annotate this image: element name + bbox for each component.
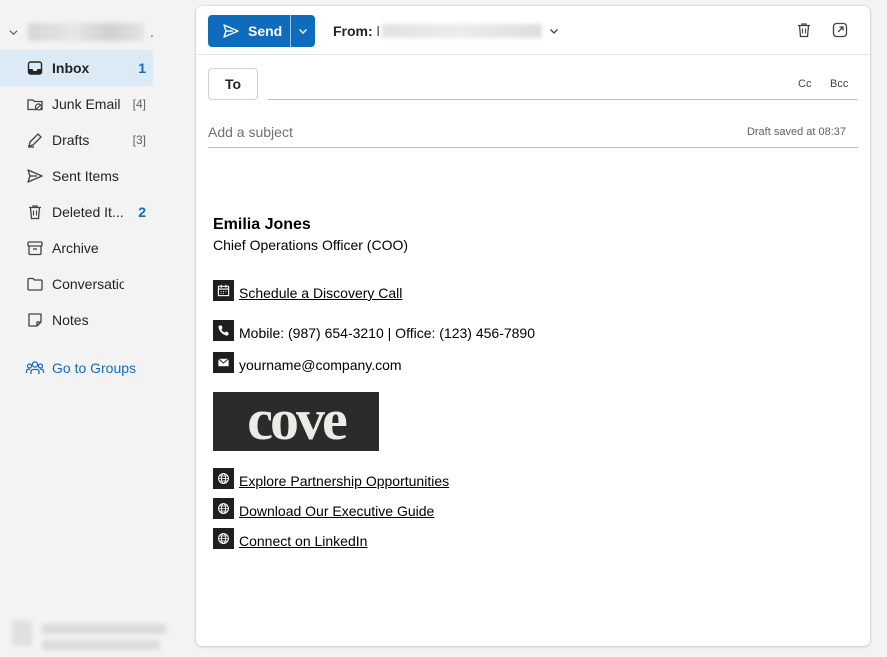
chevron-down-icon[interactable] (6, 25, 20, 39)
calendar-icon (213, 280, 234, 301)
folder-pane: . Inbox 1 Junk Email [4] Drafts [3] Sent… (0, 0, 186, 657)
globe-icon (213, 468, 234, 489)
schedule-row: Schedule a Discovery Call (213, 279, 402, 301)
trash-icon (25, 202, 45, 222)
phone-text: Mobile: (987) 654-3210 | Office: (123) 4… (239, 325, 536, 341)
inbox-icon (25, 58, 45, 78)
to-input[interactable] (268, 99, 857, 100)
executive-guide-link[interactable]: Download Our Executive Guide (239, 503, 434, 519)
sidebar-item-sent-items[interactable]: Sent Items (0, 158, 153, 194)
go-to-groups-link[interactable]: Go to Groups (25, 356, 136, 380)
sidebar-item-drafts[interactable]: Drafts [3] (0, 122, 153, 158)
groups-icon (25, 361, 45, 374)
guide-row: Download Our Executive Guide (213, 497, 434, 519)
to-button[interactable]: To (208, 68, 258, 100)
partnership-link[interactable]: Explore Partnership Opportunities (239, 473, 449, 489)
sidebar-item-label: Sent Items (52, 168, 119, 184)
from-label: From: (333, 23, 373, 39)
sidebar-item-conversation-history[interactable]: Conversation... (0, 266, 153, 302)
unread-count: 2 (138, 204, 146, 220)
account-dot: . (150, 24, 154, 40)
email-text: yourname@company.com (239, 357, 402, 373)
partnership-row: Explore Partnership Opportunities (213, 467, 449, 489)
globe-icon (213, 498, 234, 519)
send-icon (25, 166, 45, 186)
sidebar-item-deleted-items[interactable]: Deleted It... 2 (0, 194, 153, 230)
signature-name: Emilia Jones (213, 216, 311, 233)
folder-icon (25, 274, 45, 294)
unread-count: 1 (138, 60, 146, 76)
sidebar-item-label: Inbox (52, 60, 90, 76)
redacted-block (42, 640, 160, 650)
draft-status: Draft saved at 08:37 (746, 126, 846, 138)
folder-list: Inbox 1 Junk Email [4] Drafts [3] Sent I… (0, 50, 153, 338)
subject-placeholder: Add a subject (208, 124, 293, 140)
email-row: yourname@company.com (213, 351, 402, 373)
linkedin-link[interactable]: Connect on LinkedIn (239, 533, 367, 549)
send-button[interactable]: Send (208, 15, 291, 47)
linkedin-row: Connect on LinkedIn (213, 527, 367, 549)
pop-out-icon (832, 22, 848, 38)
globe-icon (213, 528, 234, 549)
item-count: [4] (132, 97, 146, 111)
phone-icon (213, 320, 234, 341)
logo-text: cove (247, 392, 347, 451)
sidebar-item-inbox[interactable]: Inbox 1 (0, 50, 153, 86)
pop-out-button[interactable] (830, 20, 850, 40)
compose-toolbar: Send From: l (196, 6, 870, 55)
send-icon (223, 24, 239, 38)
sidebar-item-label: Deleted It... (52, 204, 124, 220)
signature-role: Chief Operations Officer (COO) (213, 237, 409, 253)
sidebar-item-junk-email[interactable]: Junk Email [4] (0, 86, 153, 122)
send-split-button: Send (208, 15, 315, 47)
envelope-icon (213, 352, 234, 373)
chevron-down-icon (299, 29, 307, 34)
send-options-dropdown[interactable] (291, 15, 315, 47)
from-address-redacted (381, 24, 542, 38)
bcc-button[interactable]: Bcc (830, 78, 848, 90)
subject-input[interactable]: Add a subject Draft saved at 08:37 (208, 120, 858, 148)
sidebar-item-label: Conversation... (52, 276, 124, 292)
from-selector[interactable]: From: l (333, 15, 560, 47)
sidebar-item-label: Junk Email (52, 96, 121, 112)
phone-row: Mobile: (987) 654-3210 | Office: (123) 4… (213, 319, 535, 341)
from-value: l (376, 23, 380, 39)
account-name-redacted (28, 23, 144, 41)
redacted-block (42, 624, 166, 634)
sidebar-item-label: Drafts (52, 132, 90, 148)
drafts-icon (25, 130, 45, 150)
to-row: To Cc Bcc (208, 68, 858, 100)
redacted-footer (8, 612, 178, 652)
note-icon (25, 310, 45, 330)
groups-label: Go to Groups (52, 360, 137, 376)
discard-button[interactable] (794, 20, 814, 40)
archive-icon (25, 238, 45, 258)
company-logo: cove (213, 392, 379, 451)
cc-button[interactable]: Cc (798, 78, 811, 90)
item-count: [3] (132, 133, 146, 147)
sidebar-item-archive[interactable]: Archive (0, 230, 153, 266)
schedule-call-link[interactable]: Schedule a Discovery Call (239, 285, 402, 301)
sidebar-item-label: Notes (52, 312, 89, 328)
junk-icon (25, 94, 45, 114)
account-header[interactable]: . (6, 20, 176, 44)
send-label: Send (248, 23, 283, 39)
trash-icon (798, 23, 810, 38)
sidebar-item-notes[interactable]: Notes (0, 302, 153, 338)
redacted-block (12, 620, 32, 646)
sidebar-item-label: Archive (52, 240, 99, 256)
compose-pane: Send From: l To Cc Bcc Add a subject Dra… (196, 6, 870, 646)
chevron-down-icon (549, 29, 558, 34)
